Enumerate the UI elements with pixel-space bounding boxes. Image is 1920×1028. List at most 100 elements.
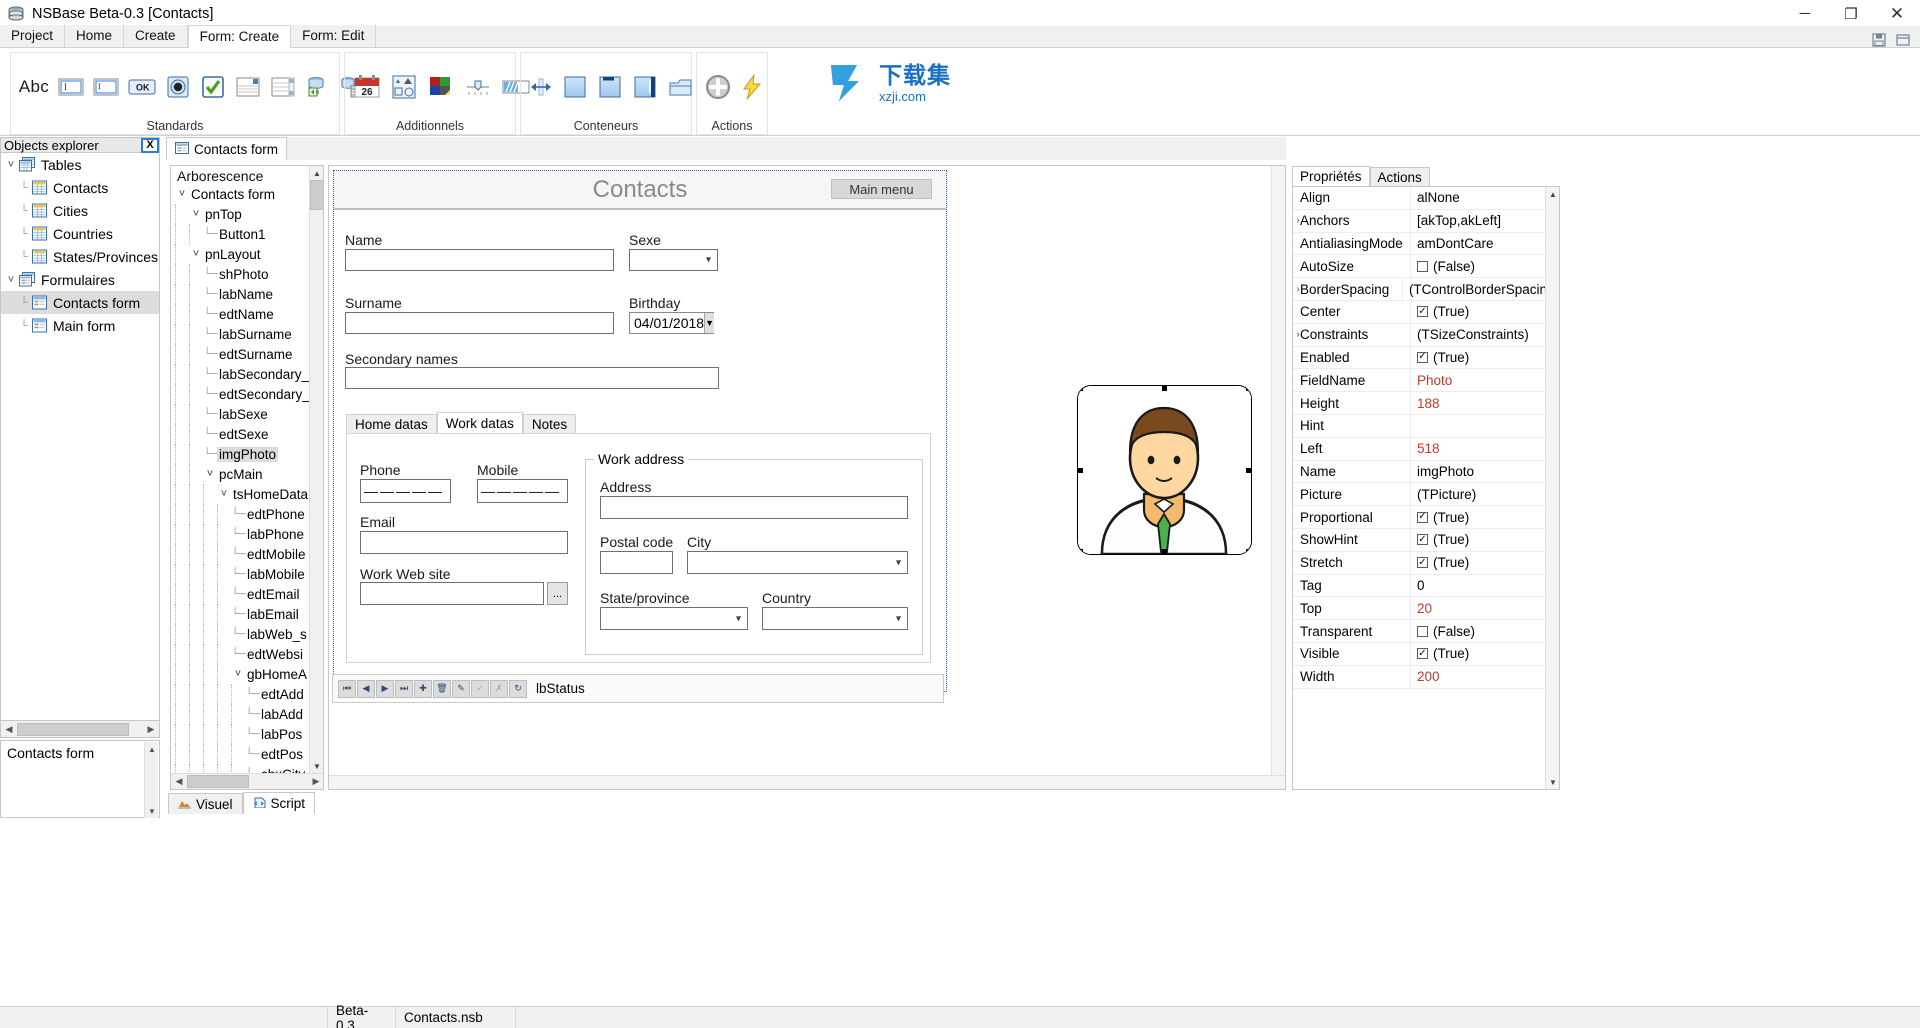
property-row-top[interactable]: Top 20	[1293, 597, 1559, 621]
designer-hscrollbar[interactable]	[329, 775, 1285, 789]
tab-visuel[interactable]: Visuel	[168, 793, 243, 814]
objects-explorer-item-contacts-form[interactable]: └ Contacts form	[1, 291, 159, 314]
arborescence-item-imgphoto[interactable]: └─ imgPhoto	[175, 444, 323, 464]
add-action-tool[interactable]	[705, 72, 731, 102]
property-value-cell[interactable]: 200	[1411, 669, 1559, 684]
panel-tool[interactable]	[562, 72, 588, 102]
objects-explorer-item-main-form[interactable]: └ Main form	[1, 314, 159, 337]
last-record-button[interactable]: ⏭	[395, 679, 413, 698]
property-value-cell[interactable]: (False)	[1411, 624, 1559, 639]
chevron-down-icon[interactable]: ▼	[704, 313, 714, 333]
combo-country[interactable]: ▾	[762, 607, 908, 630]
date-picker-tool[interactable]: 26	[353, 72, 381, 102]
arborescence-item-contacts-form[interactable]: ˅ Contacts form	[175, 184, 323, 204]
objects-explorer-close-button[interactable]: X	[141, 137, 159, 153]
tab-script[interactable]: Script	[242, 792, 316, 814]
scroll-up-icon[interactable]: ▲	[145, 742, 159, 756]
vscroll-thumb[interactable]	[310, 180, 323, 210]
tab-proprietes[interactable]: Propriétés	[1292, 166, 1370, 186]
chevron-right-icon[interactable]: ›	[1293, 284, 1303, 295]
arborescence-item-gbhomea[interactable]: ˅ gbHomeA	[175, 664, 323, 684]
property-row-stretch[interactable]: Stretch ✓ (True)	[1293, 551, 1559, 575]
arborescence-item-edtwebsi[interactable]: └─ edtWebsi	[175, 644, 323, 664]
date-picker-birthday[interactable]: 04/01/2018 ▼	[629, 312, 714, 334]
property-row-enabled[interactable]: Enabled ✓ (True)	[1293, 346, 1559, 370]
splitter-tool[interactable]	[529, 72, 553, 102]
property-value-cell[interactable]: (False)	[1411, 259, 1559, 274]
properties-vscrollbar[interactable]: ▲ ▼	[1545, 187, 1559, 789]
resize-handle[interactable]	[1162, 386, 1167, 391]
property-value-cell[interactable]: 20	[1411, 601, 1559, 616]
db-navigator-tool[interactable]	[305, 72, 331, 102]
next-record-button[interactable]: ▶	[376, 679, 394, 698]
scroll-left-icon[interactable]: ◀	[1, 722, 17, 737]
combobox-tool[interactable]	[235, 72, 261, 102]
minimize-button[interactable]: ─	[1782, 0, 1828, 28]
arborescence-item-labpos[interactable]: └─ labPos	[175, 724, 323, 744]
arborescence-item-labsurname[interactable]: └─ labSurname	[175, 324, 323, 344]
combo-state-province[interactable]: ▾	[600, 607, 748, 630]
ribbon-tab-form-create[interactable]: Form: Create	[187, 25, 292, 48]
tab-work-datas[interactable]: Work datas	[436, 412, 523, 434]
property-checkbox[interactable]	[1417, 625, 1428, 637]
tab-home-datas[interactable]: Home datas	[346, 414, 437, 434]
scroll-up-icon[interactable]: ▲	[1546, 187, 1559, 201]
property-row-center[interactable]: Center ✓ (True)	[1293, 300, 1559, 324]
property-value-cell[interactable]: ✓ (True)	[1411, 532, 1559, 547]
property-row-picture[interactable]: Picture (TPicture)	[1293, 483, 1559, 507]
property-row-left[interactable]: Left 518	[1293, 437, 1559, 461]
combo-sexe[interactable]: ▾	[629, 249, 718, 271]
arborescence-item-button1[interactable]: └─ Button1	[175, 224, 323, 244]
save-icon[interactable]	[1872, 33, 1886, 47]
property-row-visible[interactable]: Visible ✓ (True)	[1293, 642, 1559, 666]
property-value-cell[interactable]: Photo	[1411, 373, 1559, 388]
edit-tool[interactable]: I	[58, 72, 84, 102]
ribbon-tab-project[interactable]: Project	[0, 25, 66, 47]
arborescence-item-shphoto[interactable]: └─ shPhoto	[175, 264, 323, 284]
property-value-cell[interactable]: (TControlBorderSpacing)	[1403, 282, 1559, 297]
property-row-tag[interactable]: Tag 0	[1293, 574, 1559, 598]
objects-explorer-item-contacts[interactable]: └ Contacts	[1, 176, 159, 199]
hscroll-thumb[interactable]	[187, 775, 249, 788]
shapes-tool[interactable]	[390, 72, 418, 102]
property-row-constraints[interactable]: › Constraints (TSizeConstraints)	[1293, 323, 1559, 347]
chevron-down-icon[interactable]: ˅	[189, 208, 203, 220]
property-row-width[interactable]: Width 200	[1293, 665, 1559, 689]
chevron-down-icon[interactable]: ˅	[189, 248, 203, 260]
property-value-cell[interactable]: alNone	[1411, 190, 1559, 205]
arborescence-item-pcmain[interactable]: ˅ pcMain	[175, 464, 323, 484]
memo-tool[interactable]: I	[93, 72, 119, 102]
browse-website-button[interactable]: ...	[547, 582, 568, 605]
arborescence-item-edtphone[interactable]: └─ edtPhone	[175, 504, 323, 524]
chevron-down-icon[interactable]: ˅	[3, 159, 19, 171]
color-tool[interactable]	[427, 72, 455, 102]
close-button[interactable]: ✕	[1874, 0, 1920, 28]
tracker-tool[interactable]	[464, 72, 492, 102]
arborescence-item-edtemail[interactable]: └─ edtEmail	[175, 584, 323, 604]
property-value-cell[interactable]: ✓ (True)	[1411, 510, 1559, 525]
property-row-name[interactable]: Name imgPhoto	[1293, 460, 1559, 484]
input-address[interactable]	[600, 496, 908, 519]
arborescence-item-pnlayout[interactable]: ˅ pnLayout	[175, 244, 323, 264]
objects-explorer-item-countries[interactable]: └ Countries	[1, 222, 159, 245]
hscroll-thumb[interactable]	[17, 722, 129, 736]
input-name[interactable]	[345, 249, 614, 271]
arborescence-item-edtsurname[interactable]: └─ edtSurname	[175, 344, 323, 364]
input-postal-code[interactable]	[600, 551, 673, 574]
arborescence-item-labphone[interactable]: └─ labPhone	[175, 524, 323, 544]
listbox-tool[interactable]	[270, 72, 296, 102]
arborescence-item-labweb-s[interactable]: └─ labWeb_s	[175, 624, 323, 644]
footer-scrollbar[interactable]: ▲ ▼	[144, 742, 158, 818]
db-navigator[interactable]: ⏮ ◀ ▶ ⏭ ✚ 🗑 ✎ ✓ ✗ ↻ lbStatus	[332, 674, 944, 703]
tab-sheet-tool[interactable]	[667, 72, 695, 102]
edit-record-button[interactable]: ✎	[452, 679, 470, 698]
property-value-cell[interactable]: [akTop,akLeft]	[1411, 213, 1559, 228]
document-tab-contacts-form[interactable]: Contacts form	[166, 137, 288, 160]
property-value-cell[interactable]: 0	[1411, 578, 1559, 593]
arborescence-item-labname[interactable]: └─ labName	[175, 284, 323, 304]
property-value-cell[interactable]: ✓ (True)	[1411, 304, 1559, 319]
property-row-align[interactable]: Align alNone	[1293, 187, 1559, 210]
chevron-right-icon[interactable]: ›	[1293, 329, 1303, 340]
event-action-tool[interactable]	[740, 72, 764, 102]
property-row-transparent[interactable]: Transparent (False)	[1293, 620, 1559, 643]
